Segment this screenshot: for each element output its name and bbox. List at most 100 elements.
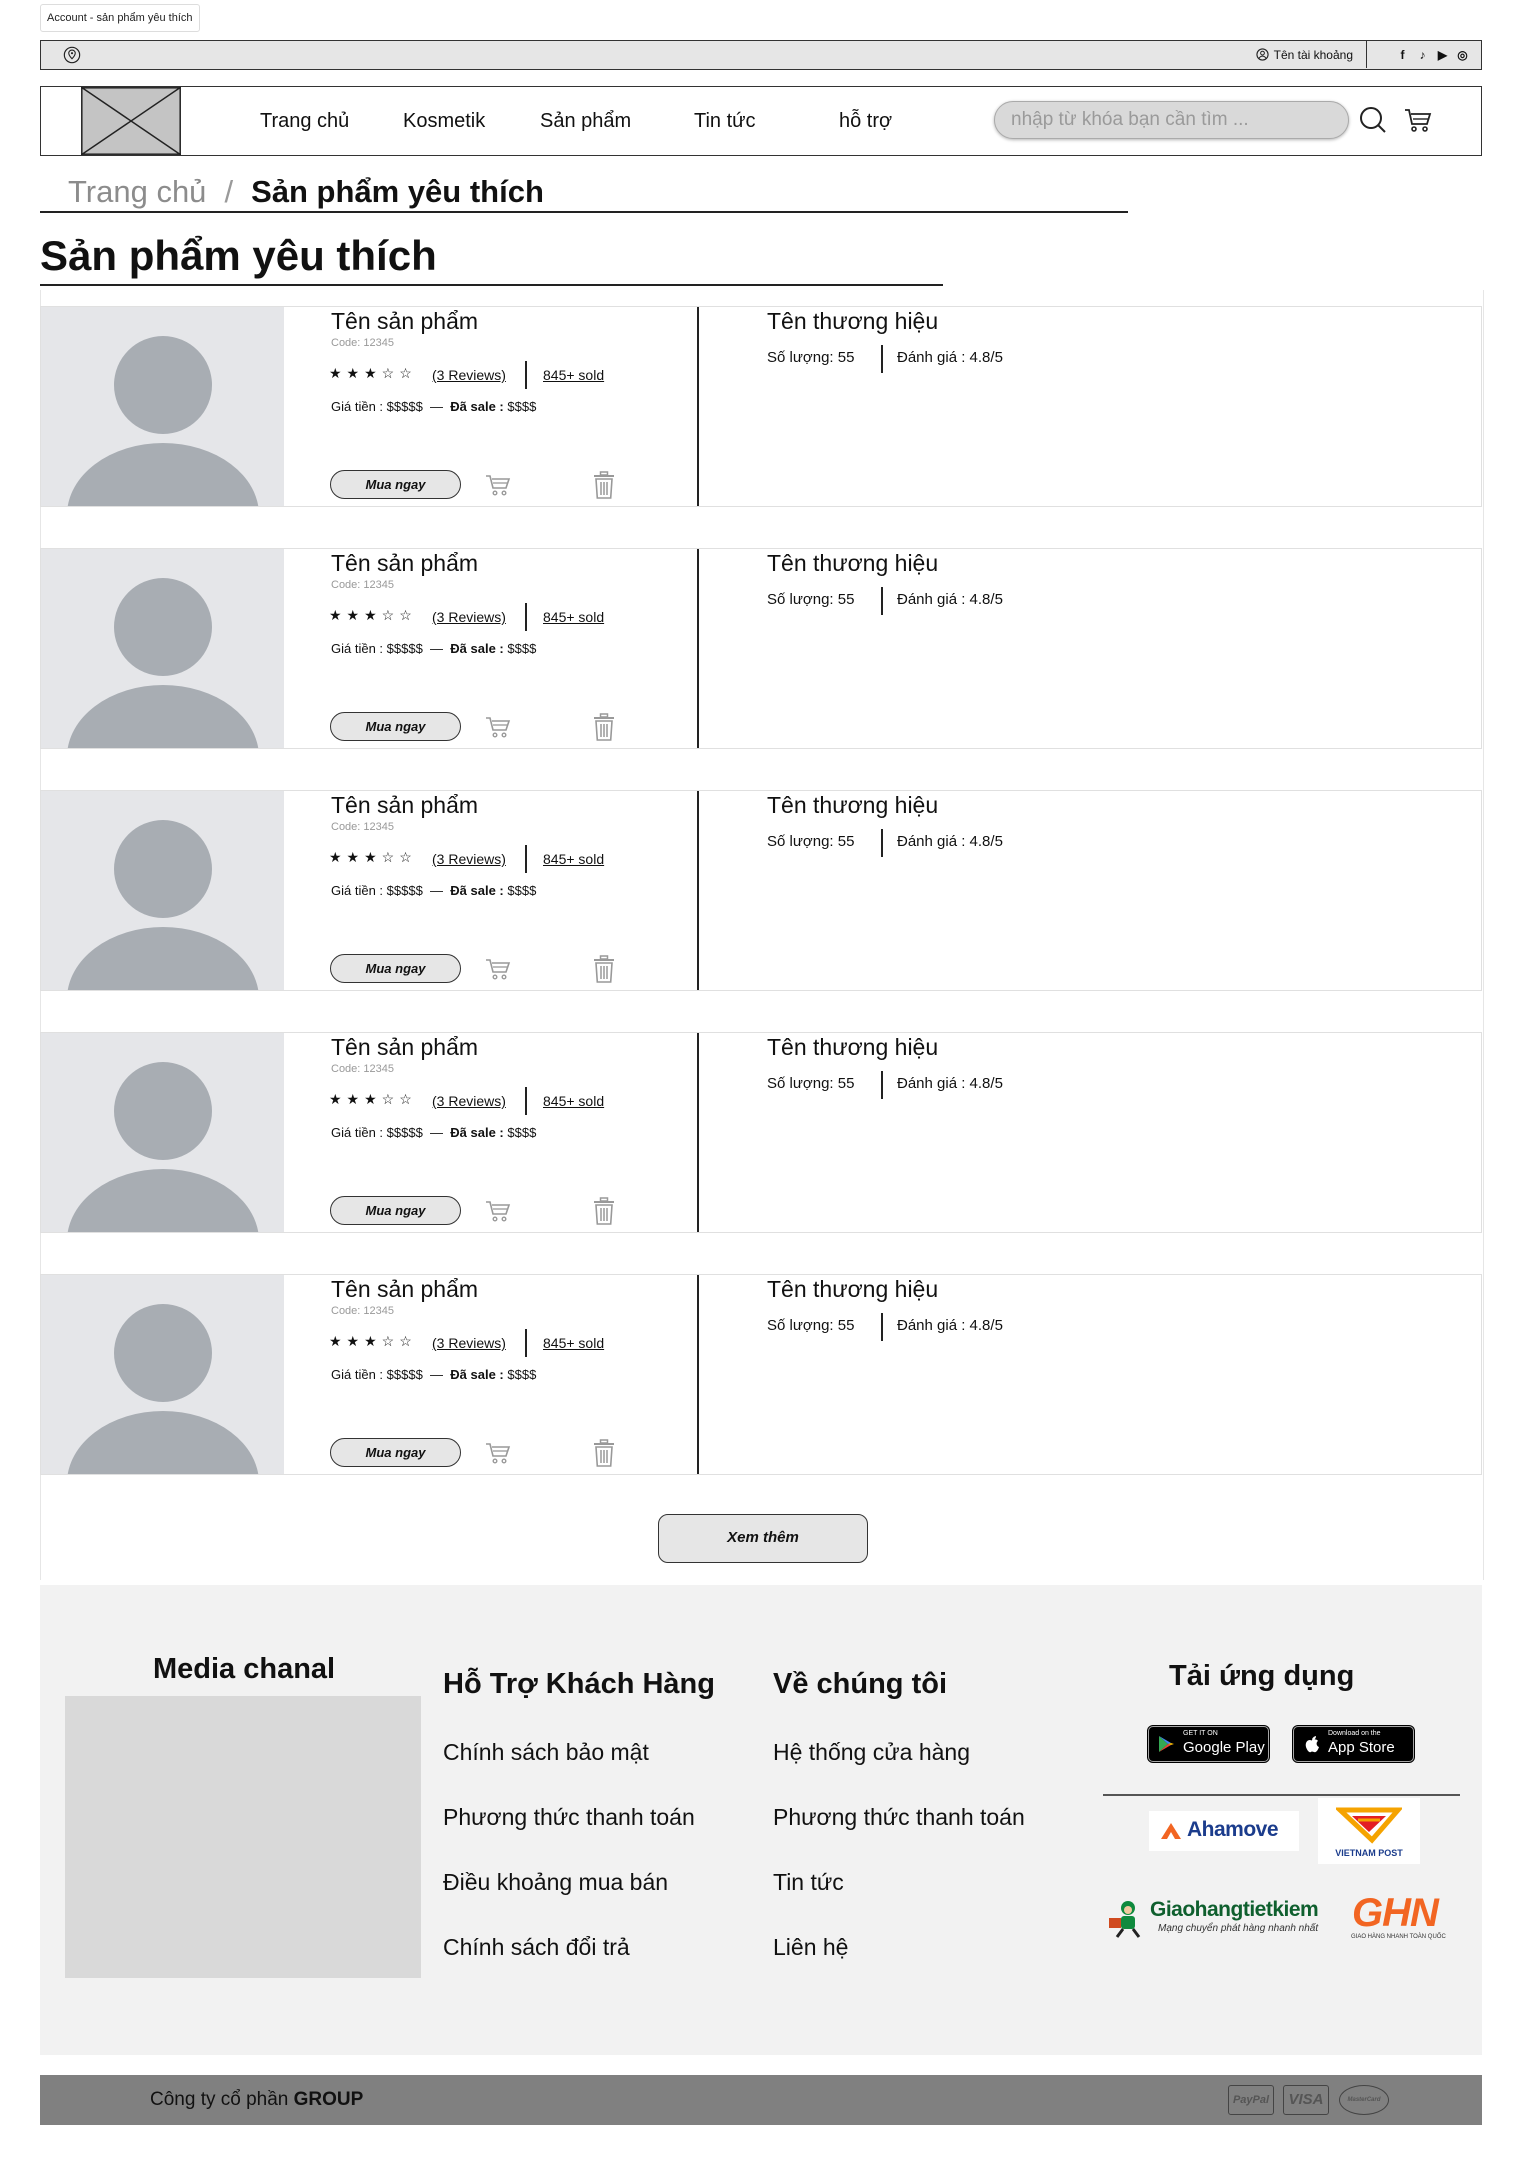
search-input[interactable]: nhập từ khóa bạn cần tìm ... bbox=[994, 101, 1349, 139]
delete-icon[interactable] bbox=[593, 1197, 615, 1225]
rating: Đánh giá : 4.8/5 bbox=[897, 1075, 1003, 1092]
apple-icon bbox=[1305, 1736, 1319, 1753]
ghn-logo[interactable]: GHN GIAO HÀNG NHANH TOÀN QUỐC bbox=[1346, 1891, 1456, 1945]
vietnam-post-mark-icon bbox=[1336, 1807, 1402, 1844]
footer-link-payment[interactable]: Phương thức thanh toán bbox=[443, 1804, 695, 1831]
sold-count[interactable]: 845+ sold bbox=[543, 1335, 604, 1351]
page-title: Sản phẩm yêu thích bbox=[40, 232, 437, 279]
delete-icon[interactable] bbox=[593, 713, 615, 741]
delete-icon[interactable] bbox=[593, 471, 615, 499]
add-to-cart-icon[interactable] bbox=[484, 1440, 512, 1466]
product-name[interactable]: Tên sản phẩm bbox=[331, 549, 478, 577]
divider bbox=[525, 845, 527, 873]
star-rating: ★★★☆☆ bbox=[329, 365, 417, 381]
ghtk-name: Giaohangtietkiem bbox=[1150, 1898, 1319, 1921]
google-play-badge[interactable]: GET IT ON Google Play bbox=[1148, 1726, 1269, 1762]
product-name[interactable]: Tên sản phẩm bbox=[331, 791, 478, 819]
nav-home[interactable]: Trang chủ bbox=[260, 87, 349, 155]
divider bbox=[525, 603, 527, 631]
product-image-placeholder[interactable] bbox=[41, 791, 284, 990]
ghn-tagline: GIAO HÀNG NHANH TOÀN QUỐC bbox=[1351, 1934, 1446, 1940]
rating: Đánh giá : 4.8/5 bbox=[897, 1317, 1003, 1334]
sale-value: $$$$ bbox=[507, 399, 537, 414]
buy-now-button[interactable]: Mua ngay bbox=[330, 470, 461, 499]
location-pin-icon[interactable] bbox=[63, 46, 81, 64]
nav-products[interactable]: Sản phẩm bbox=[540, 87, 631, 155]
price-label: Giá tiền : bbox=[331, 883, 384, 898]
product-image-placeholder[interactable] bbox=[41, 1033, 284, 1232]
ahamove-logo[interactable]: Ahamove bbox=[1149, 1811, 1299, 1851]
product-name[interactable]: Tên sản phẩm bbox=[331, 307, 478, 335]
nav-support[interactable]: hỗ trợ bbox=[839, 87, 892, 155]
product-image-placeholder[interactable] bbox=[41, 307, 284, 506]
rating: Đánh giá : 4.8/5 bbox=[897, 591, 1003, 608]
app-store-big: App Store bbox=[1328, 1739, 1395, 1756]
footer: Media chanal Hỗ Trợ Khách Hàng Chính sác… bbox=[40, 1585, 1482, 2055]
footer-link-privacy[interactable]: Chính sách bảo mật bbox=[443, 1739, 649, 1766]
ghn-name: GHN bbox=[1352, 1891, 1439, 1935]
reviews-link[interactable]: (3 Reviews) bbox=[432, 1335, 506, 1351]
page-label: Account - sản phẩm yêu thích bbox=[40, 4, 200, 32]
product-code: Code: 12345 bbox=[331, 1305, 394, 1317]
vietnam-post-logo[interactable]: VIETNAM POST bbox=[1318, 1798, 1420, 1864]
logo-placeholder[interactable] bbox=[81, 87, 181, 155]
product-code: Code: 12345 bbox=[331, 337, 394, 349]
brand-name[interactable]: Tên thương hiệu bbox=[767, 307, 938, 335]
app-store-badge[interactable]: Download on the App Store bbox=[1293, 1726, 1414, 1762]
footer-link-payment-methods[interactable]: Phương thức thanh toán bbox=[773, 1804, 1025, 1831]
instagram-icon[interactable]: ◎ bbox=[1456, 48, 1469, 62]
footer-link-terms[interactable]: Điều khoảng mua bán bbox=[443, 1869, 668, 1896]
product-image-placeholder[interactable] bbox=[41, 1275, 284, 1474]
ghtk-logo[interactable]: Giaohangtietkiem Mạng chuyển phát hàng n… bbox=[1107, 1896, 1322, 1944]
media-placeholder[interactable] bbox=[65, 1696, 421, 1978]
brand-name[interactable]: Tên thương hiệu bbox=[767, 791, 938, 819]
footer-link-stores[interactable]: Hệ thống cửa hàng bbox=[773, 1739, 970, 1766]
cart-icon[interactable] bbox=[1403, 105, 1433, 135]
product-name[interactable]: Tên sản phẩm bbox=[331, 1033, 478, 1061]
sold-count[interactable]: 845+ sold bbox=[543, 851, 604, 867]
buy-now-button[interactable]: Mua ngay bbox=[330, 954, 461, 983]
sold-count[interactable]: 845+ sold bbox=[543, 609, 604, 625]
brand-name[interactable]: Tên thương hiệu bbox=[767, 549, 938, 577]
buy-now-button[interactable]: Mua ngay bbox=[330, 712, 461, 741]
tiktok-icon[interactable]: ♪ bbox=[1416, 48, 1429, 62]
sale-value: $$$$ bbox=[507, 883, 537, 898]
reviews-link[interactable]: (3 Reviews) bbox=[432, 851, 506, 867]
product-code: Code: 12345 bbox=[331, 821, 394, 833]
reviews-link[interactable]: (3 Reviews) bbox=[432, 367, 506, 383]
buy-now-button[interactable]: Mua ngay bbox=[330, 1438, 461, 1467]
app-title: Tải ứng dụng bbox=[1169, 1660, 1355, 1692]
youtube-icon[interactable]: ▶ bbox=[1436, 48, 1449, 62]
divider bbox=[881, 829, 883, 857]
buy-now-button[interactable]: Mua ngay bbox=[330, 1196, 461, 1225]
footer-link-news[interactable]: Tin tức bbox=[773, 1869, 844, 1896]
brand-name[interactable]: Tên thương hiệu bbox=[767, 1033, 938, 1061]
price-line: Giá tiền : $$$$$ — Đã sale : $$$$ bbox=[331, 1125, 536, 1140]
add-to-cart-icon[interactable] bbox=[484, 956, 512, 982]
nav-news[interactable]: Tin tức bbox=[694, 87, 756, 155]
reviews-link[interactable]: (3 Reviews) bbox=[432, 1093, 506, 1109]
delete-icon[interactable] bbox=[593, 955, 615, 983]
sold-count[interactable]: 845+ sold bbox=[543, 1093, 604, 1109]
add-to-cart-icon[interactable] bbox=[484, 472, 512, 498]
add-to-cart-icon[interactable] bbox=[484, 1198, 512, 1224]
product-image-placeholder[interactable] bbox=[41, 549, 284, 748]
product-code: Code: 12345 bbox=[331, 1063, 394, 1075]
sold-count[interactable]: 845+ sold bbox=[543, 367, 604, 383]
view-more-button[interactable]: Xem thêm bbox=[658, 1514, 868, 1563]
reviews-link[interactable]: (3 Reviews) bbox=[432, 609, 506, 625]
ghtk-tagline: Mạng chuyển phát hàng nhanh nhất bbox=[1158, 1923, 1319, 1934]
facebook-icon[interactable]: f bbox=[1396, 48, 1409, 62]
nav-kosmetik[interactable]: Kosmetik bbox=[403, 87, 485, 155]
price-line: Giá tiền : $$$$$ — Đã sale : $$$$ bbox=[331, 883, 536, 898]
footer-link-contact[interactable]: Liên hệ bbox=[773, 1934, 848, 1961]
search-icon[interactable] bbox=[1358, 105, 1388, 135]
product-name[interactable]: Tên sản phẩm bbox=[331, 1275, 478, 1303]
price-dash: — bbox=[430, 641, 444, 656]
brand-name[interactable]: Tên thương hiệu bbox=[767, 1275, 938, 1303]
account-link[interactable]: Tên tài khoảng bbox=[1255, 41, 1353, 68]
delete-icon[interactable] bbox=[593, 1439, 615, 1467]
add-to-cart-icon[interactable] bbox=[484, 714, 512, 740]
breadcrumb-home[interactable]: Trang chủ bbox=[68, 174, 206, 209]
footer-link-returns[interactable]: Chính sách đổi trả bbox=[443, 1934, 630, 1961]
